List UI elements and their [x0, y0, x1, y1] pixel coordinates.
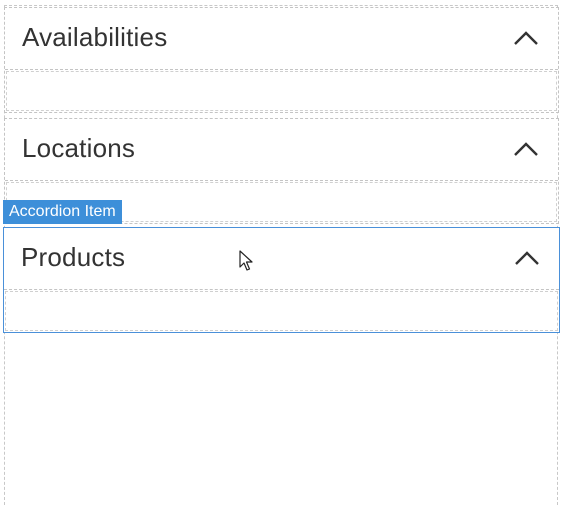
accordion-content-products [5, 291, 558, 331]
accordion-title: Locations [22, 133, 136, 163]
accordion-title: Availabilities [22, 22, 168, 52]
accordion-content-availabilities [6, 71, 557, 111]
design-canvas: Availabilities Locations Products Accord… [0, 0, 565, 507]
accordion-item-products[interactable]: Products [3, 227, 560, 333]
accordion-header-availabilities[interactable]: Availabilities [5, 8, 558, 70]
accordion-item-availabilities[interactable]: Availabilities [4, 7, 559, 113]
accordion-header-products[interactable]: Products [4, 228, 559, 290]
mouse-pointer-icon [239, 250, 253, 271]
chevron-up-icon[interactable] [512, 139, 540, 159]
chevron-up-icon[interactable] [512, 28, 540, 48]
accordion-title: Products [21, 242, 126, 272]
accordion-header-locations[interactable]: Locations [5, 119, 558, 181]
selection-tag: Accordion Item [3, 200, 122, 224]
chevron-up-icon[interactable] [513, 248, 541, 268]
